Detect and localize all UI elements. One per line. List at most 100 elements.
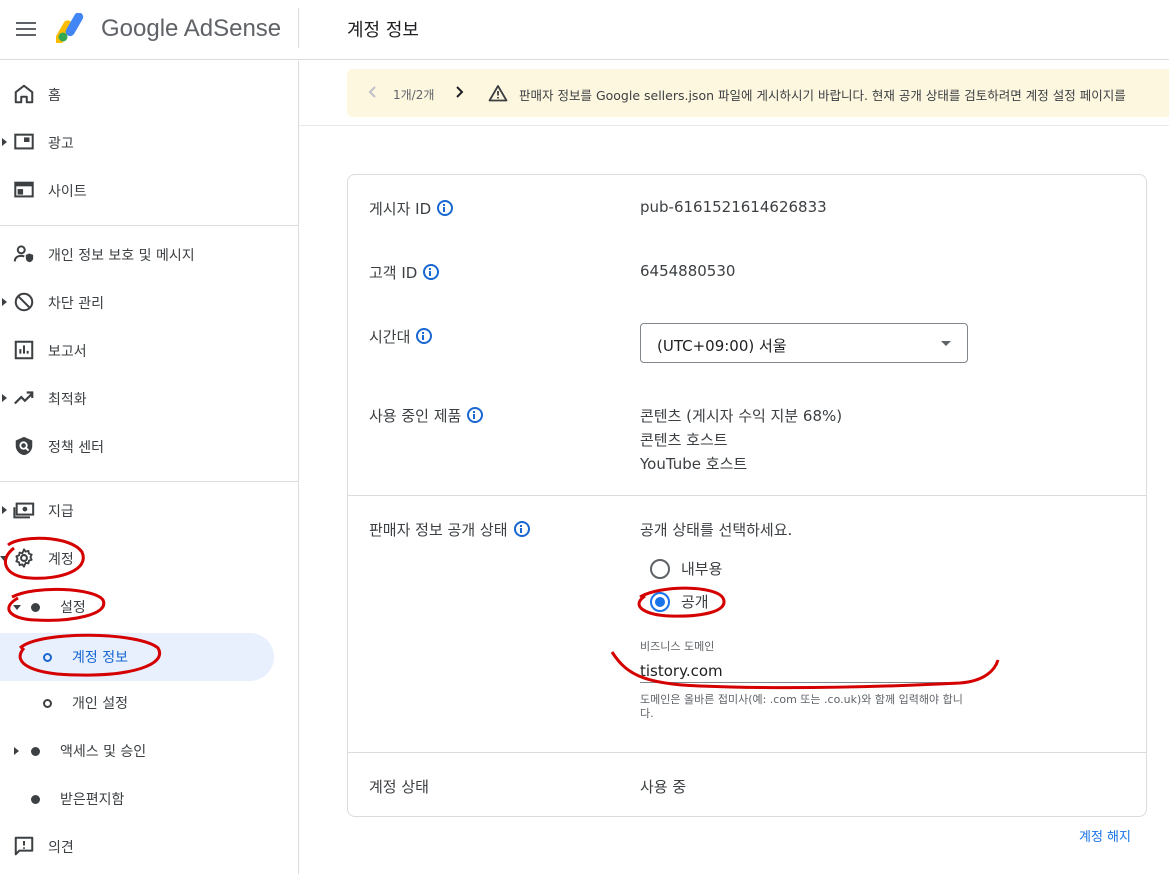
info-icon[interactable] [423,264,440,280]
customer-id-row-label: 고객 ID [369,262,440,283]
timezone-row-label: 시간대 [369,326,433,347]
main-menu-button[interactable] [14,18,38,42]
sidebar-item-label: 받은편지함 [60,792,125,808]
info-icon[interactable] [467,407,484,423]
radio-internal[interactable] [650,559,670,579]
info-icon[interactable] [437,200,454,216]
dropdown-arrow-icon [941,341,951,346]
sidebar-item-label: 광고 [48,136,74,152]
person-shield-icon [13,245,34,263]
sidebar-item-label: 계정 정보 [72,650,128,666]
sites-icon [14,181,34,198]
sidebar-subitem-account-info[interactable]: 계정 정보 [0,633,298,681]
bar-chart-icon [14,340,34,360]
business-domain-helper: 도메인은 올바른 접미사(예: .com 또는 .co.uk)와 함께 입력해야… [640,693,963,720]
sidebar-divider [0,481,298,482]
sidebar-item-label: 설정 [60,600,86,616]
bullet-ring-icon [43,653,52,662]
close-account-link[interactable]: 계정 해지 [1079,826,1131,845]
customer-id-value: 6454880530 [640,262,736,280]
business-domain-input[interactable] [640,659,968,683]
feedback-icon [14,836,34,856]
sidebar-subitem-settings[interactable]: 설정 [0,583,298,631]
sidebar-subitem-access-authorization[interactable]: 액세스 및 승인 [0,727,298,775]
seller-visibility-row-label: 판매자 정보 공개 상태 [369,519,530,540]
collapse-caret-icon[interactable] [0,556,8,561]
notification-banner: 1개/2개 판매자 정보를 Google sellers.json 파일에 게시… [347,69,1169,117]
radio-public-label[interactable]: 공개 [681,591,709,612]
info-icon[interactable] [416,328,433,344]
sidebar-item-blocking-controls[interactable]: 차단 관리 [0,279,298,327]
timezone-select[interactable]: (UTC+09:00) 서울 [640,323,968,363]
card-divider [348,495,1146,496]
expand-caret-icon[interactable] [2,138,7,146]
expand-caret-icon[interactable] [2,298,7,306]
customer-id-label: 고객 ID [369,264,418,282]
seller-visibility-label: 판매자 정보 공개 상태 [369,521,508,539]
sidebar-item-label: 개인 설정 [72,696,128,712]
product-name[interactable]: Google AdSense [101,15,281,43]
sidebar-item-label: 보고서 [48,344,87,360]
sidebar-divider [0,225,298,226]
policy-shield-icon [15,436,33,456]
chevron-left-icon[interactable] [365,84,381,100]
products-label: 사용 중인 제품 [369,407,462,425]
ads-icon [14,133,34,150]
collapse-caret-icon[interactable] [13,605,21,610]
sidebar-item-label: 홈 [48,88,61,104]
sidebar-item-label: 개인 정보 보호 및 메시지 [48,248,195,264]
top-app-bar: Google AdSense 계정 정보 [0,0,1169,60]
account-status-value: 사용 중 [640,778,687,796]
timezone-selected-value: (UTC+09:00) 서울 [657,337,787,355]
sidebar-item-label: 차단 관리 [48,296,104,312]
banner-divider [299,125,1169,126]
publisher-id-value: pub-6161521614626833 [640,198,827,216]
block-icon [14,292,34,312]
menu-bar [16,28,36,30]
sidebar-item-privacy-messaging[interactable]: 개인 정보 보호 및 메시지 [0,231,298,279]
gear-icon [15,548,33,568]
sidebar-subitem-inbox[interactable]: 받은편지함 [0,775,298,823]
sidebar-nav: 홈 광고 사이트 개인 정보 보호 및 메시지 차단 관리 보고서 최적화 정책… [0,61,299,874]
sidebar-item-feedback[interactable]: 의견 [0,823,298,871]
sidebar-item-label: 최적화 [48,392,87,408]
info-icon[interactable] [513,521,530,537]
adsense-logo-icon[interactable] [56,13,92,43]
publisher-id-label: 게시자 ID [369,200,432,218]
business-domain-label: 비즈니스 도메인 [640,640,715,653]
menu-bar [16,22,36,24]
header-divider [298,8,299,48]
menu-bar [16,34,36,36]
radio-public[interactable] [650,592,670,612]
sidebar-item-ads[interactable]: 광고 [0,119,298,167]
sidebar-item-home[interactable]: 홈 [0,71,298,119]
home-icon [14,84,34,104]
expand-caret-icon[interactable] [14,747,19,755]
expand-caret-icon[interactable] [2,506,7,514]
bullet-ring-icon [43,699,52,708]
sidebar-item-optimization[interactable]: 최적화 [0,375,298,423]
sidebar-item-label: 지급 [48,504,74,520]
bullet-icon [31,795,40,804]
bullet-icon [31,747,40,756]
chevron-right-icon[interactable] [451,84,467,100]
account-status-label: 계정 상태 [369,778,429,796]
publisher-id-row-label: 게시자 ID [369,198,454,219]
products-row-label: 사용 중인 제품 [369,405,484,426]
card-divider [348,752,1146,753]
trending-up-icon [14,391,34,405]
sidebar-subitem-personal-settings[interactable]: 개인 설정 [0,679,298,727]
sidebar-item-label: 의견 [48,840,74,856]
sidebar-item-sites[interactable]: 사이트 [0,167,298,215]
product-item: YouTube 호스트 [640,455,748,473]
expand-caret-icon[interactable] [2,394,7,402]
sidebar-item-policy-center[interactable]: 정책 센터 [0,423,298,471]
timezone-label: 시간대 [369,328,411,346]
sidebar-item-payments[interactable]: 지급 [0,487,298,535]
banner-pager: 1개/2개 [393,88,435,102]
product-item: 콘텐츠 호스트 [640,431,728,449]
radio-internal-label[interactable]: 내부용 [681,558,722,579]
visibility-prompt: 공개 상태를 선택하세요. [640,521,793,539]
sidebar-item-account[interactable]: 계정 [0,535,298,583]
sidebar-item-reports[interactable]: 보고서 [0,327,298,375]
